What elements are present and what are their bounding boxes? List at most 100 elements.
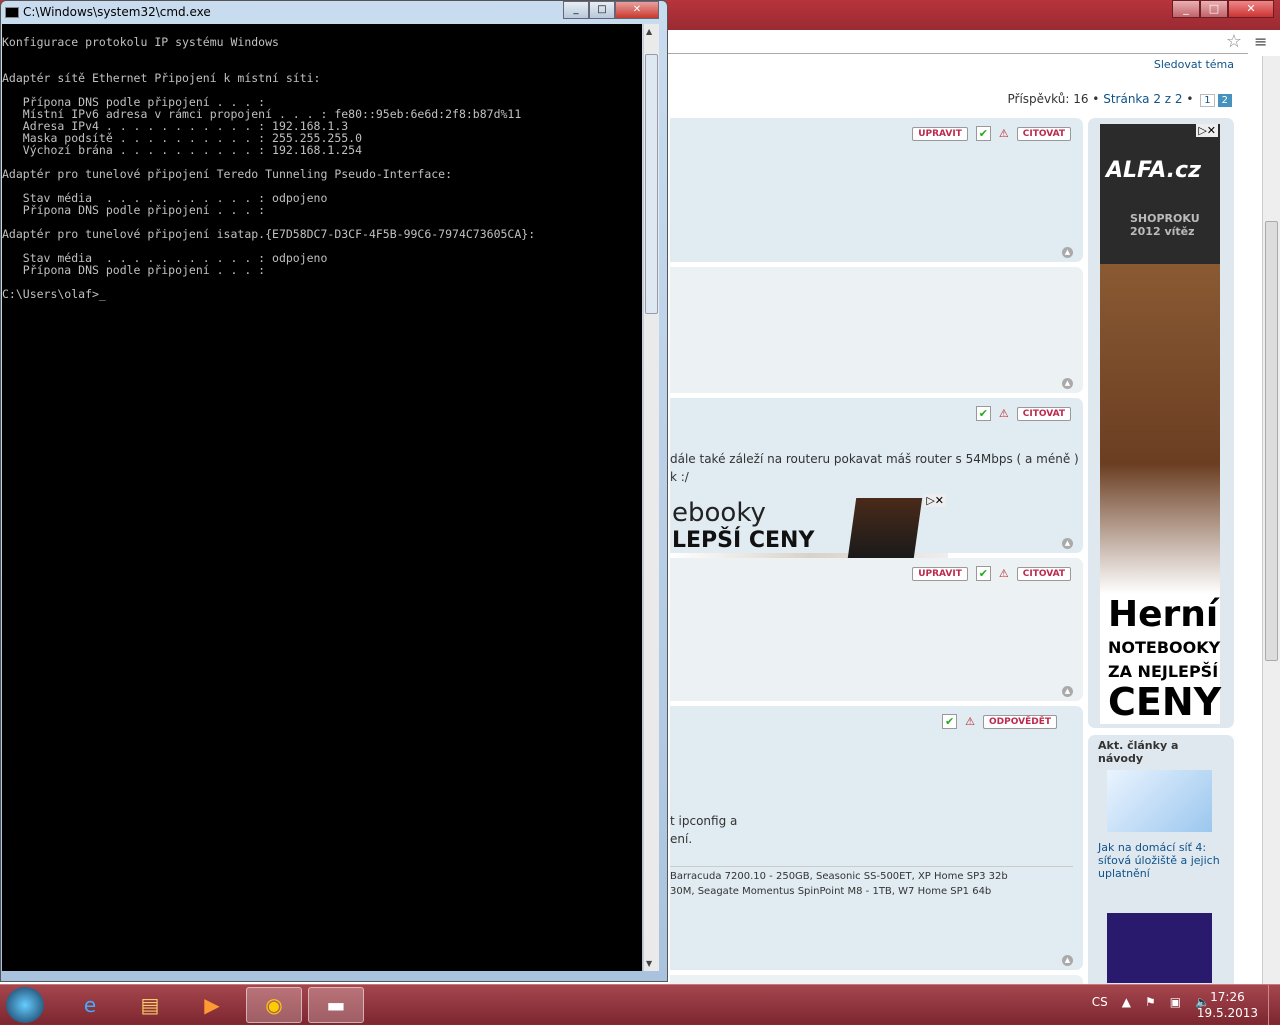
ad-text: LEPŠÍ CENY xyxy=(672,528,815,553)
scrollbar-thumb[interactable] xyxy=(645,54,658,314)
cmd-taskbar-icon[interactable]: ▬ xyxy=(308,987,364,1023)
checkmark-icon[interactable]: ✔ xyxy=(975,126,991,141)
ad-close-icon[interactable]: ▷✕ xyxy=(1196,124,1218,137)
checkmark-icon[interactable]: ✔ xyxy=(942,714,958,729)
clock[interactable]: 17:26 19.5.2013 xyxy=(1197,989,1258,1021)
edit-button[interactable]: UPRAVIT xyxy=(912,566,968,581)
show-hidden-icons-icon[interactable]: ▲ xyxy=(1122,995,1131,1009)
media-player-icon[interactable]: ▶ xyxy=(184,987,240,1023)
report-icon[interactable]: ⚠ xyxy=(965,715,975,728)
forum-page: Sledovat téma Příspěvků: 16 • Stránka 2 … xyxy=(668,56,1262,984)
chrome-menu-icon[interactable]: ≡ xyxy=(1254,32,1267,51)
alfa-ad-banner[interactable]: ▷✕ ALFA.cz SHOPROKU 2012 vítěz Herní NOT… xyxy=(1100,124,1222,724)
back-to-top-icon[interactable]: ▲ xyxy=(1062,955,1073,966)
follow-topic-link[interactable]: Sledovat téma xyxy=(1154,58,1234,71)
scroll-down-arrow-icon[interactable]: ▼ xyxy=(646,959,652,968)
browser-window-controls: _ □ ✕ xyxy=(1172,0,1274,18)
cmd-window: C:\Windows\system32\cmd.exe _ □ ✕ Konfigur… xyxy=(0,0,668,982)
console-line: Konfigurace protokolu IP systému Windows xyxy=(2,35,279,49)
window-title: C:\Windows\system32\cmd.exe xyxy=(23,5,211,19)
date: 19.5.2013 xyxy=(1196,1006,1258,1020)
posts-count: Příspěvků: 16 xyxy=(1007,92,1089,106)
ad-post: ebooky LEPŠÍ CENY ▷✕ ▲ xyxy=(670,267,1083,584)
forum-post: ✔ ⚠ ODPOVĚDĚT t ipconfig a ení. Barracuda … xyxy=(670,706,1083,970)
back-to-top-icon[interactable]: ▲ xyxy=(1062,378,1073,389)
report-icon[interactable]: ⚠ xyxy=(999,407,1009,420)
signature-line: 30M, Seagate Momentus SpinPoint M8 - 1TB… xyxy=(670,886,992,897)
article-link[interactable]: Jak na domácí síť 4: síťová úložiště a j… xyxy=(1098,841,1228,880)
close-button[interactable]: ✕ xyxy=(615,1,659,19)
sidebar-ad: ▷✕ ALFA.cz SHOPROKU 2012 vítěz Herní NOT… xyxy=(1088,118,1234,728)
quote-button[interactable]: CITOVAT xyxy=(1016,126,1071,141)
close-button[interactable]: ✕ xyxy=(1228,0,1274,18)
signature-divider xyxy=(670,866,1073,867)
laptop-image xyxy=(847,498,923,558)
minimize-button[interactable]: _ xyxy=(563,1,589,19)
checkmark-icon[interactable]: ✔ xyxy=(975,406,991,421)
quote-button[interactable]: CITOVAT xyxy=(1016,406,1071,421)
back-to-top-icon[interactable]: ▲ xyxy=(1062,686,1073,697)
reply-button[interactable]: ODPOVĚDĚT xyxy=(983,714,1057,729)
ad-text: Herní xyxy=(1108,594,1219,635)
internet-explorer-icon[interactable]: e xyxy=(62,987,118,1023)
chrome-taskbar-icon[interactable]: ◉ xyxy=(246,987,302,1023)
post-text: ení. xyxy=(670,832,693,846)
ad-text: CENY xyxy=(1108,680,1222,724)
back-to-top-icon[interactable]: ▲ xyxy=(1062,538,1073,549)
pagination: Příspěvků: 16 • Stránka 2 z 2 • 12 xyxy=(1008,92,1232,107)
ad-text: NOTEBOOKY ZA NEJLEPŠÍ xyxy=(1108,638,1221,681)
console-scrollbar[interactable]: ▲ ▼ xyxy=(643,24,659,971)
forum-post: UPRAVIT ✔ ⚠ CITOVAT ▲ xyxy=(670,558,1083,701)
console-line: C:\Users\olaf>_ xyxy=(2,287,106,301)
back-to-top-icon[interactable]: ▲ xyxy=(1062,247,1073,258)
page-1-link[interactable]: 1 xyxy=(1200,94,1215,107)
time: 17:26 xyxy=(1210,990,1245,1004)
language-indicator[interactable]: CS xyxy=(1092,995,1108,1009)
report-icon[interactable]: ⚠ xyxy=(999,127,1009,140)
show-desktop-button[interactable] xyxy=(1268,985,1280,1025)
cmd-icon xyxy=(5,7,19,18)
edit-button[interactable]: UPRAVIT xyxy=(912,126,968,141)
minimize-button[interactable]: _ xyxy=(1172,0,1200,18)
report-icon[interactable]: ⚠ xyxy=(999,567,1009,580)
console-line: Přípona DNS podle připojení . . . : xyxy=(2,203,266,217)
action-center-flag-icon[interactable]: ⚑ xyxy=(1145,995,1156,1009)
articles-title: Akt. články a návody xyxy=(1098,739,1179,765)
console-output[interactable]: Konfigurace protokolu IP systému Windows… xyxy=(2,24,642,971)
post-text: k :/ xyxy=(670,470,689,484)
quote-button[interactable]: CITOVAT xyxy=(1016,566,1071,581)
windows8-article-thumbnail[interactable] xyxy=(1107,913,1212,983)
maximize-button[interactable]: □ xyxy=(1200,0,1228,18)
system-tray: CS ▲ ⚑ ▣ 🔈 xyxy=(1092,995,1210,1009)
ad-text: ebooky xyxy=(672,498,766,528)
console-line: Adaptér pro tunelové připojení Teredo Tu… xyxy=(2,167,453,181)
network-icon[interactable]: ▣ xyxy=(1170,995,1181,1009)
address-bar[interactable]: ☆ xyxy=(668,30,1248,54)
start-button[interactable] xyxy=(6,987,44,1023)
console-line: Výchozí brána . . . . . . . . . . : 192.… xyxy=(2,143,363,157)
explorer-folder-icon[interactable]: ▤ xyxy=(122,987,178,1023)
scrollbar-thumb[interactable] xyxy=(1265,221,1278,661)
ad-badge: SHOPROKU 2012 vítěz xyxy=(1130,212,1200,238)
post-text: t ipconfig a xyxy=(670,814,738,828)
network-article-thumbnail[interactable] xyxy=(1107,770,1212,832)
post-text: dále také záleží na routeru pokavat máš … xyxy=(670,452,1079,466)
checkmark-icon[interactable]: ✔ xyxy=(975,566,991,581)
page-2-current: 2 xyxy=(1217,94,1232,107)
console-line: Adaptér sítě Ethernet Připojení k místní… xyxy=(2,71,321,85)
taskbar: e ▤ ▶ ◉ ▬ CS ▲ ⚑ ▣ 🔈 17:26 19.5.2013 xyxy=(0,984,1280,1025)
browser-scrollbar[interactable] xyxy=(1262,56,1280,984)
forum-post: UPRAVIT ✔ ⚠ CITOVAT ▲ xyxy=(670,118,1083,262)
ad-logo: ALFA.cz xyxy=(1106,158,1201,183)
bookmark-star-icon[interactable]: ☆ xyxy=(1226,31,1242,52)
maximize-button[interactable]: □ xyxy=(589,1,615,19)
console-line: Adaptér pro tunelové připojení isatap.{E… xyxy=(2,227,536,241)
forum-post xyxy=(670,975,1083,984)
scroll-up-arrow-icon[interactable]: ▲ xyxy=(646,27,652,36)
articles-box: Akt. články a návody Jak na domácí síť 4… xyxy=(1088,735,1234,984)
signature-line: Barracuda 7200.10 - 250GB, Seasonic SS-5… xyxy=(670,871,1008,882)
page-label[interactable]: Stránka 2 z 2 xyxy=(1103,92,1182,106)
ad-close-icon[interactable]: ▷✕ xyxy=(924,494,946,507)
console-line: Přípona DNS podle připojení . . . : xyxy=(2,263,266,277)
